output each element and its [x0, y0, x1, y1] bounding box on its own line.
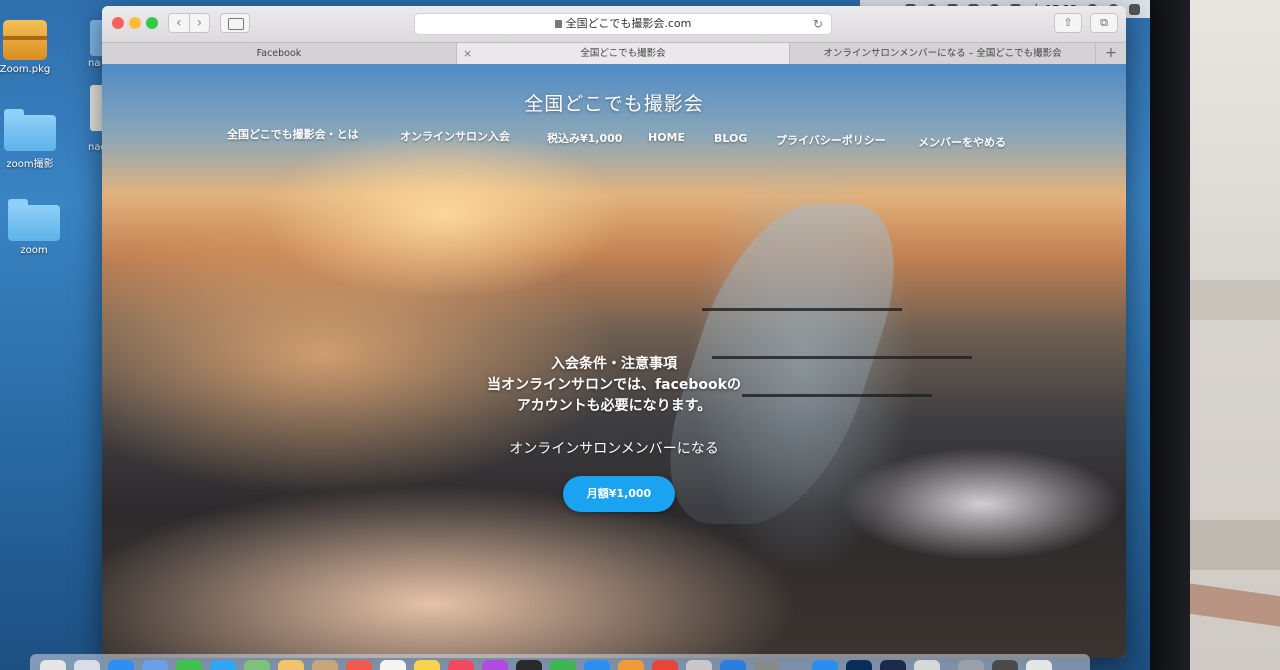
address-bar[interactable]: 全国どこでも撮影会.com ↻	[414, 13, 832, 35]
desktop-icon-zoom-pkg[interactable]: Zoom.pkg	[0, 20, 60, 75]
folder-icon	[8, 199, 60, 241]
dock-mail-icon[interactable]	[142, 660, 168, 670]
dock-app-icon[interactable]	[652, 660, 678, 670]
dock-podcasts-icon[interactable]	[482, 660, 508, 670]
desktop-icon-zoom[interactable]: zoom	[0, 199, 69, 256]
address-url: 全国どこでも撮影会.com	[565, 17, 692, 30]
dock-numbers-icon[interactable]	[550, 660, 576, 670]
dock-launchpad-icon[interactable]	[74, 660, 100, 670]
dock-preferences-icon[interactable]	[754, 660, 780, 670]
dock-facetime-icon[interactable]	[176, 660, 202, 670]
notice-line: アカウントも必要になります。	[516, 398, 712, 414]
desktop-partial-label: na	[88, 58, 101, 69]
dock-maps-icon[interactable]	[244, 660, 270, 670]
dock-trash-icon[interactable]	[1026, 660, 1052, 670]
dock-safari-icon[interactable]	[108, 660, 134, 670]
zoom-window-button[interactable]	[146, 17, 158, 29]
dock-keynote-icon[interactable]	[584, 660, 610, 670]
dock-photos-icon[interactable]	[278, 660, 304, 670]
dock-messages-icon[interactable]	[210, 660, 236, 670]
folder-icon	[4, 109, 56, 151]
nav-item-blog[interactable]: BLOG	[714, 132, 747, 145]
new-tab-icon[interactable]: +	[1096, 43, 1126, 64]
tab-bar: Facebook × 全国どこでも撮影会 オンラインサロンメンバーになる – 全…	[102, 42, 1126, 65]
forward-arrow-icon[interactable]: ›	[188, 14, 210, 32]
nav-item-home[interactable]: HOME	[648, 131, 685, 144]
nav-item-salon-join[interactable]: オンラインサロン入会	[400, 128, 510, 144]
room-background	[1173, 0, 1280, 670]
nav-item-privacy[interactable]: プライバシーポリシー	[776, 132, 886, 148]
tab-label: Facebook	[256, 48, 302, 59]
back-arrow-icon[interactable]: ‹	[169, 14, 189, 32]
tab-salon[interactable]: オンラインサロンメンバーになる – 全国どこでも撮影会	[790, 43, 1096, 65]
dock-zoom-icon[interactable]	[812, 660, 838, 670]
dock-contacts-icon[interactable]	[312, 660, 338, 670]
monitor-bezel	[1150, 0, 1190, 670]
room-strip	[1185, 280, 1280, 320]
tab-label: オンラインサロンメンバーになる – 全国どこでも撮影会	[823, 48, 1062, 59]
tab-facebook[interactable]: Facebook	[102, 43, 457, 65]
package-icon	[3, 20, 47, 60]
browser-window: ‹ › 全国どこでも撮影会.com ↻ ⇧ ⧉ Facebook × 全国どこで…	[102, 6, 1126, 658]
desktop-icon-label: zoom	[20, 245, 48, 256]
sidebar-toggle-icon[interactable]	[220, 13, 250, 33]
dock-notes-icon[interactable]	[414, 660, 440, 670]
tab-overview-icon[interactable]: ⧉	[1090, 13, 1118, 33]
dock-app-store-icon[interactable]	[720, 660, 746, 670]
join-heading: オンラインサロンメンバーになる	[509, 441, 719, 457]
tab-label: 全国どこでも撮影会	[580, 48, 666, 59]
reload-icon[interactable]: ↻	[813, 14, 823, 34]
share-icon[interactable]: ⇧	[1054, 13, 1082, 33]
desktop-icon-label: Zoom.pkg	[0, 64, 51, 75]
close-tab-icon[interactable]: ×	[463, 43, 472, 64]
dock-music-icon[interactable]	[448, 660, 474, 670]
desktop-icon-zoom-folder[interactable]: zoom撮影	[0, 109, 65, 170]
notice-block: 入会条件・注意事項 当オンラインサロンでは、facebookの アカウントも必要…	[102, 354, 1126, 417]
minimize-window-button[interactable]	[129, 17, 141, 29]
tab-active[interactable]: × 全国どこでも撮影会	[457, 43, 790, 65]
site-title[interactable]: 全国どこでも撮影会	[102, 89, 1126, 116]
control-center-icon[interactable]	[1129, 3, 1140, 15]
dock-folder-icon[interactable]	[992, 660, 1018, 670]
lock-icon	[554, 20, 562, 28]
dock-lightroom-icon[interactable]	[880, 660, 906, 670]
dock-finder-icon[interactable]	[40, 660, 66, 670]
desktop-icon-label: zoom撮影	[6, 159, 54, 170]
nav-item-price[interactable]: 税込み¥1,000	[547, 130, 622, 146]
dock-downloads-icon[interactable]	[958, 660, 984, 670]
notice-heading: 入会条件・注意事項	[551, 356, 677, 372]
notice-line: 当オンラインサロンでは、facebookの	[487, 377, 741, 393]
dock-app-icon[interactable]	[914, 660, 940, 670]
close-window-button[interactable]	[112, 17, 124, 29]
dock-reminders-icon[interactable]	[380, 660, 406, 670]
browser-toolbar: ‹ › 全国どこでも撮影会.com ↻ ⇧ ⧉	[102, 6, 1126, 42]
hero-section: 全国どこでも撮影会 全国どこでも撮影会・とは オンラインサロン入会 税込み¥1,…	[102, 64, 1126, 658]
room-strip	[1185, 520, 1280, 570]
hero-photo-bridge	[702, 308, 902, 311]
nav-item-about[interactable]: 全国どこでも撮影会・とは	[227, 126, 359, 142]
dock-calendar-icon[interactable]	[346, 660, 372, 670]
dock-pages-icon[interactable]	[618, 660, 644, 670]
dock-photoshop-icon[interactable]	[846, 660, 872, 670]
dock-tv-icon[interactable]	[516, 660, 542, 670]
monthly-fee-button[interactable]: 月額¥1,000	[563, 476, 675, 512]
nav-item-quit-member[interactable]: メンバーをやめる	[918, 134, 1006, 150]
dock-app-icon[interactable]	[686, 660, 712, 670]
site-nav: 全国どこでも撮影会・とは オンラインサロン入会 税込み¥1,000 HOME B…	[202, 126, 1022, 156]
history-nav: ‹ ›	[168, 13, 210, 33]
